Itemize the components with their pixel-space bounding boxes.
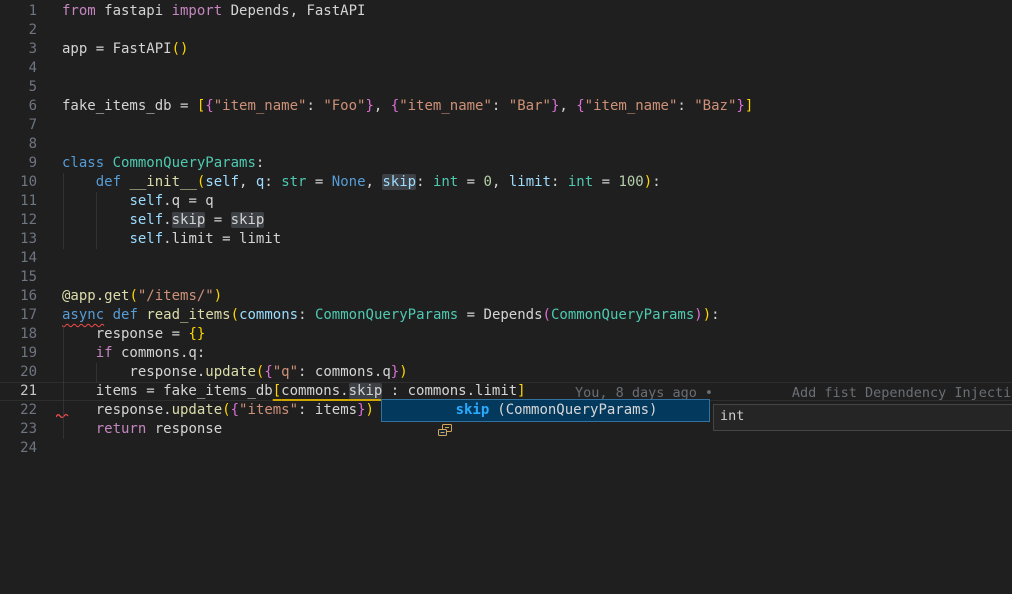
- line-number[interactable]: 22: [0, 401, 37, 420]
- memo-icon: [721, 386, 783, 399]
- code-text: self.limit = limit: [62, 230, 281, 249]
- code-text: response = {}: [62, 325, 205, 344]
- line-number[interactable]: 13: [0, 230, 37, 249]
- code-text: class CommonQueryParams:: [62, 154, 264, 173]
- line-number[interactable]: 1: [0, 2, 37, 21]
- code-text: if commons.q:: [62, 344, 205, 363]
- line-number[interactable]: 11: [0, 192, 37, 211]
- code-line-4[interactable]: 4: [0, 59, 1012, 78]
- line-number[interactable]: 19: [0, 344, 37, 363]
- code-line-7[interactable]: 7: [0, 116, 1012, 135]
- code-text: from fastapi import Depends, FastAPI: [62, 2, 365, 21]
- code-text: self.skip = skip: [62, 211, 264, 230]
- line-number[interactable]: 16: [0, 287, 37, 306]
- code-line-9[interactable]: 9 class CommonQueryParams:: [0, 154, 1012, 173]
- line-number[interactable]: 2: [0, 21, 37, 40]
- line-number[interactable]: 17: [0, 306, 37, 325]
- line-number[interactable]: 12: [0, 211, 37, 230]
- line-number[interactable]: 23: [0, 420, 37, 439]
- suggest-details-type: int: [720, 408, 744, 424]
- code-line-24[interactable]: 24: [0, 439, 1012, 458]
- code-text: def __init__(self, q: str = None, skip: …: [62, 173, 661, 192]
- code-line-14[interactable]: 14: [0, 249, 1012, 268]
- suggest-item-signature: (CommonQueryParams): [497, 401, 657, 420]
- code-line-20[interactable]: 20 response.update({"q": commons.q}): [0, 363, 1012, 382]
- code-text: return response: [62, 420, 222, 439]
- code-line-15[interactable]: 15: [0, 268, 1012, 287]
- line-number[interactable]: 15: [0, 268, 37, 287]
- code-line-12[interactable]: 12 self.skip = skip: [0, 211, 1012, 230]
- code-line-10[interactable]: 10 def __init__(self, q: str = None, ski…: [0, 173, 1012, 192]
- code-line-16[interactable]: 16 @app.get("/items/"): [0, 287, 1012, 306]
- line-number[interactable]: 20: [0, 363, 37, 382]
- line-number[interactable]: 10: [0, 173, 37, 192]
- field-icon: [386, 403, 453, 419]
- code-line-2[interactable]: 2: [0, 21, 1012, 40]
- line-number[interactable]: 18: [0, 325, 37, 344]
- line-number[interactable]: 14: [0, 249, 37, 268]
- code-line-1[interactable]: 1 from fastapi import Depends, FastAPI: [0, 2, 1012, 21]
- code-line-18[interactable]: 18 response = {}: [0, 325, 1012, 344]
- line-number[interactable]: 7: [0, 116, 37, 135]
- code-text: response.update({"items": items}): [62, 401, 374, 420]
- suggest-details-pane: int: [713, 404, 1012, 431]
- code-text: response.update({"q": commons.q}): [62, 363, 408, 382]
- code-line-8[interactable]: 8: [0, 135, 1012, 154]
- line-number[interactable]: 5: [0, 78, 37, 97]
- code-line-5[interactable]: 5: [0, 78, 1012, 97]
- line-number[interactable]: 8: [0, 135, 37, 154]
- line-number[interactable]: 3: [0, 40, 37, 59]
- line-number[interactable]: 4: [0, 59, 37, 78]
- code-text: self.q = q: [62, 192, 214, 211]
- line-number[interactable]: 9: [0, 154, 37, 173]
- code-area: 1 from fastapi import Depends, FastAPI 23 a…: [0, 0, 1012, 594]
- code-line-19[interactable]: 19 if commons.q:: [0, 344, 1012, 363]
- editor: 1 from fastapi import Depends, FastAPI 23 a…: [0, 0, 1012, 594]
- code-line-13[interactable]: 13 self.limit = limit: [0, 230, 1012, 249]
- code-text: app = FastAPI(): [62, 40, 188, 59]
- line-number[interactable]: 21: [0, 382, 37, 401]
- code-line-6[interactable]: 6 fake_items_db = [{"item_name": "Foo"}, …: [0, 97, 1012, 116]
- code-text: async def read_items(commons: CommonQuer…: [62, 306, 720, 325]
- code-line-17[interactable]: 17 async def read_items(commons: CommonQu…: [0, 306, 1012, 325]
- suggest-item-label: skip: [456, 401, 490, 420]
- code-line-11[interactable]: 11 self.q = q: [0, 192, 1012, 211]
- code-text: @app.get("/items/"): [62, 287, 222, 306]
- line-number[interactable]: 24: [0, 439, 37, 458]
- blame-message: Add fist Dependency Injection c: [792, 384, 1012, 402]
- code-text: fake_items_db = [{"item_name": "Foo"}, {…: [62, 97, 753, 116]
- code-line-3[interactable]: 3 app = FastAPI(): [0, 40, 1012, 59]
- line-number[interactable]: 6: [0, 97, 37, 116]
- suggest-item-skip[interactable]: skip (CommonQueryParams): [381, 399, 710, 422]
- error-squiggle: [56, 412, 70, 419]
